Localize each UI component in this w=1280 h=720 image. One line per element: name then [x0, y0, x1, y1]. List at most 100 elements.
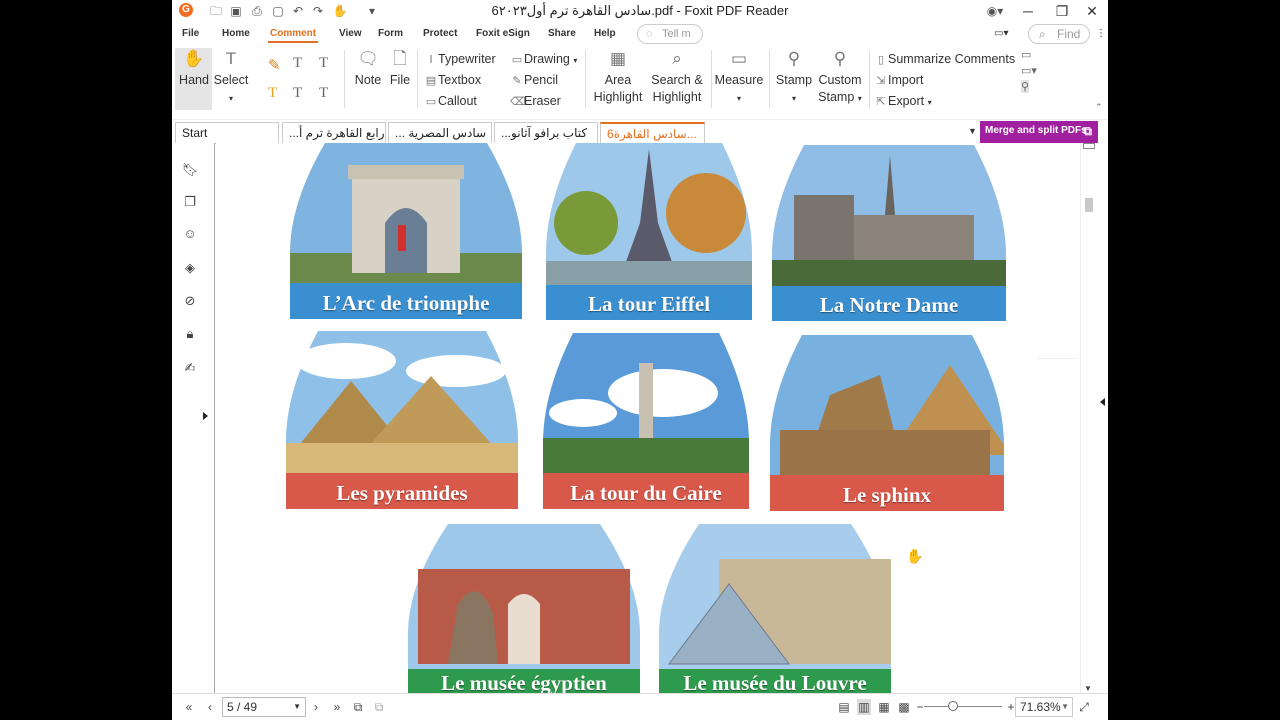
comments-icon[interactable]: ☺ — [181, 225, 199, 243]
first-page-icon[interactable]: « — [182, 699, 196, 715]
strikeout-text-icon[interactable]: T — [293, 55, 302, 72]
zoom-slider-knob[interactable] — [948, 701, 958, 711]
import-button[interactable]: ⇲ Import — [874, 71, 923, 89]
close-tab-icon[interactable]: ✕ — [703, 127, 704, 141]
print-icon[interactable]: ⎙ — [249, 3, 265, 19]
custom-stamp-icon: ⚲ — [833, 49, 847, 68]
tab-document-3[interactable]: ...كتاب برافو آثانو — [494, 122, 598, 144]
tab-document-active[interactable]: 6سادس القاهرة...✕ — [600, 122, 705, 144]
layers-icon[interactable]: ◈ — [181, 259, 199, 277]
note-icon: 🗨 — [357, 49, 379, 68]
redo-icon[interactable]: ↷ — [310, 3, 326, 19]
vertical-scrollbar[interactable]: ▼ — [1080, 143, 1096, 693]
file-attachment-button[interactable]: 🗋 File — [386, 48, 414, 89]
landmark-caption: La tour Eiffel — [587, 292, 711, 316]
search-icon: ⌕ — [1039, 27, 1046, 41]
hand-tool-icon[interactable]: ✋ — [332, 3, 348, 19]
previous-view-icon[interactable]: ⧉ — [351, 699, 365, 715]
close-button[interactable]: ✕ — [1075, 0, 1108, 22]
account-icon[interactable]: ◉▾ — [984, 3, 1006, 19]
split-view-icon[interactable] — [1083, 143, 1095, 149]
menu-help[interactable]: Help — [594, 28, 616, 39]
textbox-button[interactable]: ▤ Textbox — [424, 71, 481, 89]
zoom-level-input[interactable]: 71.63% ▼ — [1015, 697, 1073, 717]
menu-home[interactable]: Home — [222, 28, 250, 39]
scroll-down-icon[interactable]: ▼ — [1084, 684, 1092, 693]
minimize-button[interactable]: ─ — [1011, 0, 1045, 22]
single-page-icon[interactable]: ▤ — [837, 699, 851, 715]
open-icon[interactable]: 🗀 — [208, 3, 224, 19]
menu-share[interactable]: Share — [548, 28, 576, 39]
expand-right-panel-icon[interactable] — [1100, 398, 1105, 406]
expand-panel-icon[interactable] — [203, 412, 208, 420]
layout-options-icon[interactable]: ▭▾ — [994, 28, 1008, 39]
facing-page-icon[interactable]: ▦ — [877, 699, 891, 715]
save-icon[interactable]: ▣ — [228, 3, 244, 19]
eraser-button[interactable]: ⌫Eraser — [510, 92, 561, 110]
eraser-icon: ⌫ — [510, 96, 526, 108]
tab-document-2[interactable]: ... سادس المصرية — [388, 122, 492, 144]
landmark-caption: Les pyramides — [336, 481, 468, 505]
scroll-thumb[interactable] — [1085, 198, 1093, 212]
insert-text-icon[interactable]: T — [319, 85, 328, 102]
hand-icon: ✋ — [183, 49, 205, 68]
note-button[interactable]: 🗨 Note — [350, 48, 386, 89]
callout-button[interactable]: ▭ Callout — [424, 92, 477, 110]
typewriter-button[interactable]: Ⅰ Typewriter — [424, 50, 495, 68]
continuous-facing-icon[interactable]: ▩ — [897, 699, 911, 715]
hand-cursor-icon: ✋ — [906, 548, 924, 564]
custom-stamp-button[interactable]: ⚲ Custom Stamp ▾ — [816, 48, 864, 107]
attachment-icon[interactable]: ⊘ — [181, 292, 199, 310]
restore-button[interactable]: ❐ — [1045, 0, 1079, 22]
export-button[interactable]: ⇱ Export ▾ — [874, 92, 931, 110]
pin-icon[interactable]: ⚲ — [1021, 80, 1030, 93]
last-page-icon[interactable]: » — [330, 699, 344, 715]
undo-icon[interactable]: ↶ — [290, 3, 306, 19]
summarize-comments-button[interactable]: ▯ Summarize Comments — [874, 50, 1015, 68]
zoom-out-icon[interactable]: − — [913, 699, 927, 715]
customize-dropdown-icon[interactable]: ▾ — [364, 3, 380, 19]
next-view-icon[interactable]: ⧉ — [372, 699, 386, 715]
tab-start[interactable]: Start — [175, 122, 279, 144]
page-number-input[interactable]: 5 / 49 ▼ — [222, 697, 306, 717]
menu-form[interactable]: Form — [378, 28, 403, 39]
page-icon[interactable]: ▢ — [270, 3, 286, 19]
menu-foxit-esign[interactable]: Foxit eSign — [476, 28, 530, 39]
replace-text-icon[interactable]: T — [293, 85, 302, 102]
area-highlight-button[interactable]: ▦ Area Highlight — [590, 48, 646, 106]
menu-view[interactable]: View — [339, 28, 362, 39]
foxit-logo-icon: G — [179, 3, 193, 17]
find-input[interactable]: ⌕ Find — [1028, 24, 1090, 44]
tab-list-dropdown-icon[interactable]: ▼ — [968, 126, 977, 136]
zoom-slider-track[interactable] — [924, 706, 1002, 707]
next-page-icon[interactable]: › — [309, 699, 323, 715]
fullscreen-icon[interactable]: ⤢ — [1077, 699, 1091, 715]
pencil-button[interactable]: ✎ Pencil — [510, 71, 558, 89]
bookmark-icon[interactable]: 🔖︎ — [181, 161, 199, 179]
more-options-icon[interactable]: ⋮ — [1096, 28, 1106, 39]
pages-icon[interactable]: ❐ — [181, 193, 199, 211]
select-button[interactable]: T Select ▾ — [212, 48, 250, 107]
landmark-caption: La Notre Dame — [819, 293, 959, 317]
comment-options-icon[interactable]: ▭▾ — [1021, 64, 1037, 77]
search-highlight-button[interactable]: ⌕ Search & Highlight — [648, 48, 706, 106]
squiggly-text-icon[interactable]: T — [268, 85, 277, 102]
signature-icon[interactable]: ✍ — [181, 359, 199, 377]
merge-split-button[interactable]: Merge and split PDFs ⧉ — [980, 121, 1098, 143]
collapse-ribbon-icon[interactable]: ⌃ — [1095, 102, 1103, 113]
menu-protect[interactable]: Protect — [423, 28, 457, 39]
comment-list-icon[interactable]: ▭ — [1021, 48, 1031, 61]
hand-button[interactable]: ✋ Hand — [177, 48, 211, 89]
security-lock-icon[interactable]: 🔒︎ — [181, 325, 199, 343]
drawing-button[interactable]: ▭ Drawing ▾ — [510, 50, 578, 68]
continuous-page-icon[interactable]: ▥ — [857, 699, 871, 715]
tell-me-search[interactable]: ◌ Tell m — [637, 24, 703, 44]
menu-comment[interactable]: Comment — [267, 28, 319, 43]
stamp-button[interactable]: ⚲ Stamp ▾ — [773, 48, 815, 107]
tab-document-1[interactable]: ...رابع القاهرة ترم أ — [282, 122, 386, 144]
measure-button[interactable]: ▭ Measure ▾ — [714, 48, 764, 107]
underline-text-icon[interactable]: T — [319, 55, 328, 72]
menu-file[interactable]: File — [182, 28, 199, 39]
highlight-text-icon[interactable]: ✎ — [268, 56, 281, 75]
previous-page-icon[interactable]: ‹ — [203, 699, 217, 715]
